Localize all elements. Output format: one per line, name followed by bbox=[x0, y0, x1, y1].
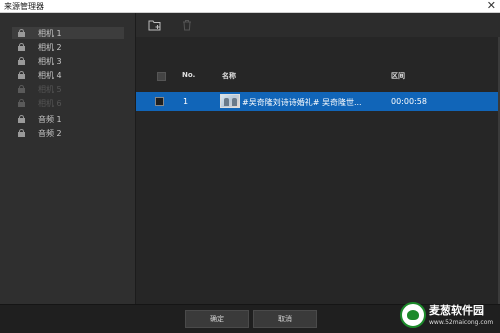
sidebar-item-audio-1[interactable]: 音频 1 bbox=[12, 113, 124, 125]
row-interval: 00:00:58 bbox=[391, 97, 427, 106]
column-header-name[interactable]: 名称 bbox=[222, 71, 236, 81]
lock-icon bbox=[18, 129, 25, 137]
lock-icon bbox=[18, 43, 25, 51]
sidebar-item-camera-6[interactable]: 相机 6 bbox=[12, 97, 124, 109]
watermark-brand: 麦葱软件园 bbox=[429, 304, 484, 317]
watermark-url: www.52maicong.com bbox=[429, 319, 494, 326]
row-checkbox[interactable] bbox=[155, 97, 164, 106]
lock-icon bbox=[18, 57, 25, 65]
sidebar-item-label: 相机 3 bbox=[38, 56, 62, 66]
sidebar-item-label: 相机 4 bbox=[38, 70, 62, 80]
sidebar-item-label: 相机 6 bbox=[38, 98, 62, 108]
brand-logo-icon bbox=[400, 302, 426, 328]
video-thumbnail bbox=[220, 94, 240, 108]
source-list-panel: No. 名称 区间 1 #吴奇隆刘诗诗婚礼# 吴奇隆世... 00:00:58 bbox=[136, 13, 500, 304]
row-name: #吴奇隆刘诗诗婚礼# 吴奇隆世... bbox=[242, 98, 362, 107]
sidebar-item-camera-5[interactable]: 相机 5 bbox=[12, 83, 124, 95]
sidebar-item-camera-1[interactable]: 相机 1 bbox=[12, 27, 124, 39]
source-sidebar: 相机 1 相机 2 相机 3 相机 4 相机 5 相机 6 音频 1 音频 2 bbox=[0, 13, 136, 304]
sidebar-item-camera-2[interactable]: 相机 2 bbox=[12, 41, 124, 53]
lock-icon bbox=[18, 85, 25, 93]
sidebar-item-label: 音频 2 bbox=[38, 128, 62, 138]
ok-button[interactable]: 确定 bbox=[185, 310, 249, 328]
select-all-checkbox[interactable] bbox=[157, 72, 166, 81]
lock-icon bbox=[18, 99, 25, 107]
lock-icon bbox=[18, 71, 25, 79]
column-header-interval[interactable]: 区间 bbox=[391, 71, 405, 81]
watermark: 麦葱软件园 www.52maicong.com bbox=[396, 297, 500, 333]
title-bar: 来源管理器 ✕ bbox=[0, 0, 500, 13]
sidebar-item-label: 相机 2 bbox=[38, 42, 62, 52]
toolbar bbox=[136, 13, 500, 37]
add-folder-icon[interactable] bbox=[148, 19, 162, 31]
sidebar-item-camera-4[interactable]: 相机 4 bbox=[12, 69, 124, 81]
row-number: 1 bbox=[183, 97, 189, 106]
sidebar-item-camera-3[interactable]: 相机 3 bbox=[12, 55, 124, 67]
column-header-no[interactable]: No. bbox=[182, 71, 195, 79]
trash-icon[interactable] bbox=[181, 19, 195, 31]
sidebar-item-audio-2[interactable]: 音频 2 bbox=[12, 127, 124, 139]
lock-icon bbox=[18, 29, 25, 37]
sidebar-item-label: 音频 1 bbox=[38, 114, 62, 124]
table-row[interactable]: 1 #吴奇隆刘诗诗婚礼# 吴奇隆世... 00:00:58 bbox=[136, 92, 498, 111]
cancel-button[interactable]: 取消 bbox=[253, 310, 317, 328]
sidebar-item-label: 相机 5 bbox=[38, 84, 62, 94]
window-title: 来源管理器 bbox=[4, 2, 44, 11]
lock-icon bbox=[18, 115, 25, 123]
close-icon[interactable]: ✕ bbox=[487, 0, 496, 12]
sidebar-item-label: 相机 1 bbox=[38, 28, 62, 38]
